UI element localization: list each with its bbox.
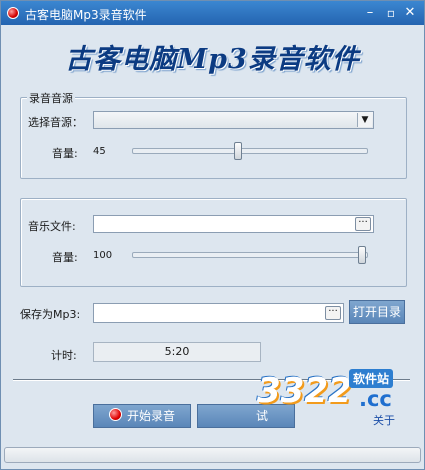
watermark-site: 软件站 [349, 369, 394, 388]
timer-display: 5:20 [93, 342, 261, 362]
music-volume-thumb[interactable] [358, 246, 366, 264]
record-icon [7, 7, 19, 19]
music-group [20, 198, 407, 287]
watermark-digits: 3322 [257, 371, 352, 411]
save-browse-button[interactable]: ··· [325, 306, 341, 320]
app-window: 古客电脑Mp3录音软件 – ▫ ✕ 古客电脑Mp3录音软件 录音音源 选择音源：… [0, 0, 425, 470]
chevron-down-icon[interactable]: ▼ [357, 113, 372, 127]
source-group-title: 录音音源 [27, 90, 75, 106]
save-path-input[interactable]: ··· [93, 303, 344, 323]
save-label: 保存为Mp3: [20, 308, 81, 321]
title-bar: 古客电脑Mp3录音软件 – ▫ ✕ [1, 1, 424, 25]
app-heading: 古客电脑Mp3录音软件 [65, 44, 360, 75]
minimize-icon[interactable]: – [361, 4, 379, 22]
record-icon [108, 408, 122, 421]
music-file-input[interactable]: ··· [93, 215, 374, 233]
watermark-domain: .cc [359, 387, 392, 411]
source-label: 选择音源： [28, 116, 83, 129]
open-directory-button[interactable]: 打开目录 [349, 300, 405, 324]
source-volume-value: 45 [93, 146, 106, 157]
source-volume-label: 音量: [52, 147, 78, 160]
status-bar [4, 447, 421, 463]
timer-label: 计时: [51, 349, 77, 362]
restore-icon: ▫ [386, 6, 396, 20]
watermark-logo: 3322 软件站 .cc [251, 369, 416, 419]
start-record-button[interactable]: 开始录音 [93, 404, 191, 428]
start-record-label: 开始录音 [126, 409, 175, 423]
source-volume-thumb[interactable] [233, 142, 242, 160]
music-browse-button[interactable]: ··· [355, 217, 371, 231]
source-group: 录音音源 [20, 90, 407, 179]
source-select[interactable]: ▼ [93, 111, 374, 129]
close-icon[interactable]: ✕ [401, 4, 419, 22]
music-volume-label: 音量: [52, 251, 78, 264]
music-volume-value: 100 [93, 250, 113, 261]
music-file-label: 音乐文件: [28, 220, 76, 233]
window-title: 古客电脑Mp3录音软件 [25, 8, 147, 22]
source-volume-track[interactable] [132, 148, 368, 154]
music-volume-track[interactable] [132, 252, 368, 258]
